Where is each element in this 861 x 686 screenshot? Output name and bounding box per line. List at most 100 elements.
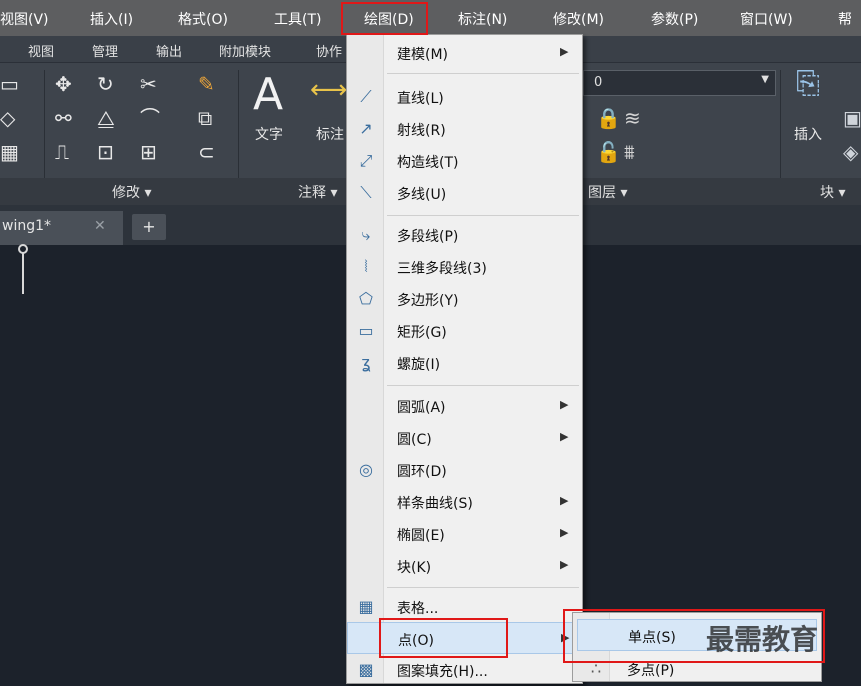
menu-item-label: 三维多段线(3) <box>397 261 487 277</box>
close-icon[interactable]: ✕ <box>94 218 106 234</box>
trim-icon[interactable]: ✂ <box>140 74 157 94</box>
array-icon[interactable]: ▦ <box>0 142 19 162</box>
menu-item-ellipse[interactable]: 椭圆(E) ▶ <box>347 518 582 550</box>
menu-window[interactable]: 窗口(W) <box>740 9 793 29</box>
draw-menu: 建模(M) ▶ ⟋ 直线(L) ↗ 射线(R) ⤢ 构造线(T) ⟍ 多线(U)… <box>346 34 583 684</box>
menu-item-label: 表格... <box>397 601 439 617</box>
panel-modify[interactable]: 修改 ▾ <box>112 182 151 202</box>
layer-unlock-icon[interactable]: 🔓 <box>596 142 621 162</box>
tab-output[interactable]: 输出 <box>156 41 182 60</box>
new-tab-button[interactable]: + <box>132 214 166 240</box>
menu-dimension[interactable]: 标注(N) <box>458 9 507 29</box>
layer-stack-icon[interactable]: ≋ <box>624 108 641 128</box>
move-icon[interactable]: ✥ <box>55 74 72 94</box>
ucs-origin-icon <box>18 244 28 254</box>
menu-item-modeling[interactable]: 建模(M) ▶ <box>347 37 582 69</box>
menu-item-label: 构造线(T) <box>397 155 459 171</box>
ray-icon: ↗ <box>359 119 373 138</box>
offset-icon[interactable]: ⊂ <box>198 142 215 162</box>
scale-icon[interactable]: ⊡ <box>97 142 114 162</box>
menu-item-line[interactable]: ⟋ 直线(L) <box>347 81 582 113</box>
array-rect-icon[interactable]: ⊞ <box>140 142 157 162</box>
donut-icon: ◎ <box>359 460 373 479</box>
menu-item-hatch[interactable]: ▩ 图案填充(H)... <box>347 654 582 686</box>
menu-item-helix[interactable]: ʓ 螺旋(I) <box>347 347 582 379</box>
text-label[interactable]: 文字 <box>255 124 283 144</box>
polyline-icon: ⤷ <box>361 225 371 244</box>
menu-item-label: 建模(M) <box>397 47 449 63</box>
menu-item-arc[interactable]: 圆弧(A) ▶ <box>347 390 582 422</box>
rectangle-icon: ▭ <box>358 321 374 340</box>
submenu-arrow-icon: ▶ <box>560 558 569 571</box>
rotate-icon[interactable]: ◇ <box>0 108 15 128</box>
rotate-object-icon[interactable]: ↻ <box>97 74 114 94</box>
copy-icon[interactable]: ▭ <box>0 74 19 94</box>
3dpoly-icon: ⦚ <box>364 257 368 276</box>
xline-icon: ⤢ <box>359 151 373 170</box>
mirror-icon[interactable]: ⧋ <box>97 108 115 128</box>
highlight-draw-menu <box>341 2 428 35</box>
menu-item-label: 直线(L) <box>397 91 444 107</box>
insert-label[interactable]: 插入 <box>794 124 822 144</box>
block-attr-icon[interactable]: ◈ <box>843 142 858 162</box>
menu-item-xline[interactable]: ⤢ 构造线(T) <box>347 145 582 177</box>
menu-item-ray[interactable]: ↗ 射线(R) <box>347 113 582 145</box>
insert-block-icon[interactable]: ⎘ <box>796 69 820 99</box>
menu-item-polyline[interactable]: ⤷ 多段线(P) <box>347 219 582 251</box>
menu-item-label: 多边形(Y) <box>397 293 459 309</box>
menu-item-label: 圆弧(A) <box>397 400 446 416</box>
menu-format[interactable]: 格式(O) <box>178 9 228 29</box>
block-edit-icon[interactable]: ▣ <box>843 108 861 128</box>
menu-item-label: 矩形(G) <box>397 325 447 341</box>
menu-item-circle[interactable]: 圆(C) ▶ <box>347 422 582 454</box>
menu-tools[interactable]: 工具(T) <box>274 9 321 29</box>
menu-item-label: 图案填充(H)... <box>397 664 488 680</box>
layer-select[interactable]: 0 ▼ <box>583 70 776 96</box>
panel-annotation[interactable]: 注释 ▾ <box>298 182 337 202</box>
helix-icon: ʓ <box>361 353 371 372</box>
menu-item-block[interactable]: 块(K) ▶ <box>347 550 582 582</box>
fillet-icon[interactable]: ⌒ <box>140 108 160 128</box>
mline-icon: ⟍ <box>360 183 372 202</box>
tab-collaborate[interactable]: 协作 <box>316 41 342 60</box>
layer-match-icon[interactable]: ⩩ <box>624 142 635 162</box>
submenu-arrow-icon: ▶ <box>560 526 569 539</box>
layer-value: 0 <box>594 75 603 90</box>
menu-item-polygon[interactable]: ⬠ 多边形(Y) <box>347 283 582 315</box>
tab-view[interactable]: 视图 <box>28 41 54 60</box>
chevron-down-icon: ▼ <box>761 74 769 85</box>
panel-layers[interactable]: 图层 ▾ <box>588 182 627 202</box>
highlight-point-item <box>379 618 508 658</box>
file-tab-name: wing1* <box>2 218 52 234</box>
tab-addins[interactable]: 附加模块 <box>219 41 271 60</box>
panel-block[interactable]: 块 ▾ <box>820 182 845 202</box>
menu-item-label: 样条曲线(S) <box>397 496 473 512</box>
menu-item-label: 圆环(D) <box>397 464 447 480</box>
menu-item-donut[interactable]: ◎ 圆环(D) <box>347 454 582 486</box>
stretch-icon[interactable]: ⎍ <box>55 142 69 162</box>
submenu-arrow-icon: ▶ <box>560 398 569 411</box>
polygon-icon: ⬠ <box>359 289 373 308</box>
menu-item-label: 多段线(P) <box>397 229 459 245</box>
menu-item-rectangle[interactable]: ▭ 矩形(G) <box>347 315 582 347</box>
hatch-icon: ▩ <box>358 660 374 679</box>
dimension-icon[interactable]: ⟷ <box>310 77 347 103</box>
menu-insert[interactable]: 插入(I) <box>90 9 133 29</box>
menu-modify[interactable]: 修改(M) <box>553 9 604 29</box>
copy-object-icon[interactable]: ⚯ <box>55 108 72 128</box>
tab-manage[interactable]: 管理 <box>92 41 118 60</box>
text-icon[interactable]: A <box>253 70 283 120</box>
erase-icon[interactable]: ✎ <box>198 74 215 94</box>
menu-item-label: 螺旋(I) <box>397 357 441 373</box>
menu-item-spline[interactable]: 样条曲线(S) ▶ <box>347 486 582 518</box>
menu-view[interactable]: 视图(V) <box>0 9 49 29</box>
explode-icon[interactable]: ⧉ <box>198 108 212 128</box>
menu-help[interactable]: 帮 <box>838 9 852 29</box>
submenu-arrow-icon: ▶ <box>560 494 569 507</box>
file-tab[interactable]: wing1* ✕ <box>0 211 123 245</box>
menu-item-3dpoly[interactable]: ⦚ 三维多段线(3) <box>347 251 582 283</box>
annotate-label[interactable]: 标注 <box>316 124 344 144</box>
menu-item-mline[interactable]: ⟍ 多线(U) <box>347 177 582 209</box>
menu-parametric[interactable]: 参数(P) <box>651 9 698 29</box>
layer-lock-icon[interactable]: 🔒 <box>596 108 621 128</box>
